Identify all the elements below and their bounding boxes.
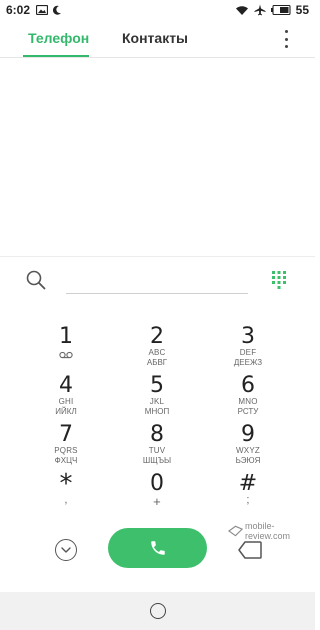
divider (0, 256, 315, 257)
battery-level: 55 (295, 3, 309, 17)
key-6-cyrillic: РСТУ (237, 407, 259, 416)
moon-icon (52, 5, 62, 15)
tab-bar: Телефон Контакты (0, 20, 315, 58)
key-4-cyrillic: ИЙКЛ (55, 407, 77, 416)
key-2-latin: ABC (148, 348, 166, 357)
call-button[interactable] (108, 528, 207, 568)
key-8[interactable]: 8 TUV ШЩЪЫ (117, 424, 197, 468)
keypad-grid-icon[interactable] (269, 270, 289, 290)
key-9-latin: WXYZ (236, 446, 260, 455)
chevron-down-icon (61, 547, 71, 553)
key-star[interactable]: * , (26, 469, 106, 517)
key-5[interactable]: 5 JKL МНОП (117, 375, 197, 419)
key-7-cyrillic: ФХЦЧ (54, 456, 78, 465)
key-6-digit: 6 (241, 373, 255, 398)
backspace-icon[interactable] (238, 541, 262, 559)
key-2[interactable]: 2 ABC АБВГ (117, 326, 197, 370)
tab-contacts[interactable]: Контакты (122, 30, 188, 46)
phone-icon (150, 541, 165, 555)
key-7-latin: PQRS (54, 446, 78, 455)
status-bar: 6:02 55 (0, 0, 315, 20)
key-8-latin: TUV (148, 446, 166, 455)
key-2-cyrillic: АБВГ (146, 358, 168, 367)
key-9-cyrillic: ЬЭЮЯ (235, 456, 261, 465)
key-4-latin: GHI (58, 397, 74, 406)
battery-icon (270, 5, 291, 15)
key-3-cyrillic: ДЕЕЖЗ (233, 358, 263, 367)
key-5-cyrillic: МНОП (144, 407, 170, 416)
key-hash-sub: ; (246, 494, 250, 506)
key-0-sub: + (153, 494, 161, 509)
key-3-latin: DEF (239, 348, 257, 357)
key-star-sub: , (64, 494, 68, 506)
watermark-logo-icon (228, 525, 244, 537)
key-0[interactable]: 0 + (117, 473, 197, 517)
key-0-digit: 0 (150, 471, 164, 496)
airplane-icon (254, 4, 266, 16)
key-5-digit: 5 (150, 373, 164, 398)
key-hash-digit: # (238, 471, 258, 496)
navigation-bar (0, 592, 315, 630)
key-2-digit: 2 (150, 324, 164, 349)
key-hash[interactable]: # ; (208, 473, 288, 517)
voicemail-icon (59, 351, 73, 359)
dial-number-field[interactable] (66, 268, 248, 294)
key-5-latin: JKL (149, 397, 165, 406)
key-8-digit: 8 (150, 422, 164, 447)
key-1[interactable]: 1 (26, 326, 106, 370)
tab-indicator (23, 55, 89, 57)
key-8-cyrillic: ШЩЪЫ (142, 456, 172, 465)
key-star-digit: * (59, 469, 73, 499)
key-9-digit: 9 (241, 422, 255, 447)
key-6-latin: MNO (238, 397, 258, 406)
key-4[interactable]: 4 GHI ИЙКЛ (26, 375, 106, 419)
key-3-digit: 3 (241, 324, 255, 349)
key-6[interactable]: 6 MNO РСТУ (208, 375, 288, 419)
home-button[interactable] (149, 603, 166, 619)
image-icon (36, 5, 49, 15)
collapse-keypad-button[interactable] (55, 539, 77, 561)
status-time: 6:02 (6, 3, 31, 17)
watermark-text: mobile-review.com (245, 521, 291, 541)
search-icon[interactable] (26, 270, 46, 290)
call-log-area (0, 58, 315, 256)
key-9[interactable]: 9 WXYZ ЬЭЮЯ (208, 424, 288, 468)
key-7[interactable]: 7 PQRS ФХЦЧ (26, 424, 106, 468)
key-4-digit: 4 (59, 373, 73, 398)
watermark: mobile-review.com (228, 521, 315, 541)
wifi-icon (235, 5, 248, 15)
more-options-icon[interactable] (277, 30, 295, 48)
key-3[interactable]: 3 DEF ДЕЕЖЗ (208, 326, 288, 370)
key-7-digit: 7 (59, 422, 73, 447)
key-1-digit: 1 (59, 324, 73, 349)
tab-phone[interactable]: Телефон (28, 30, 89, 46)
